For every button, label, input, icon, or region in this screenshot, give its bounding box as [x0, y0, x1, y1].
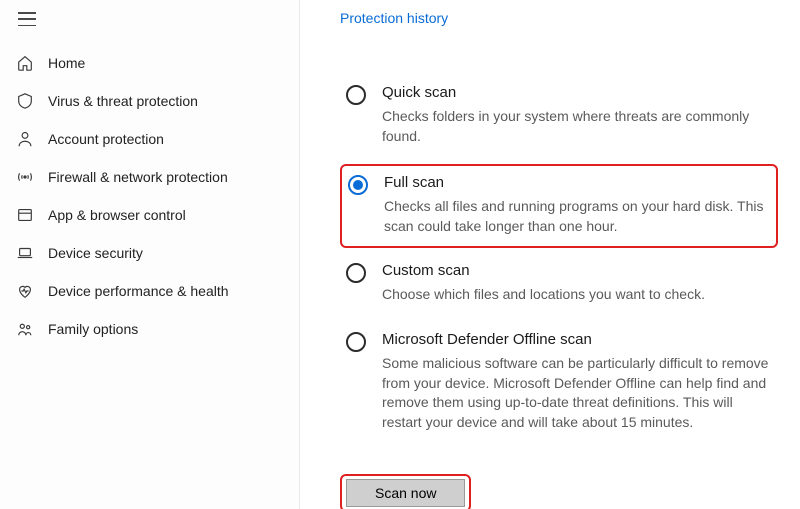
sidebar-item-home[interactable]: Home — [0, 44, 299, 82]
protection-history-link[interactable]: Protection history — [340, 10, 448, 26]
home-icon — [16, 54, 34, 72]
scan-option-title: Microsoft Defender Offline scan — [382, 331, 772, 348]
people-icon — [16, 320, 34, 338]
sidebar-item-label: Device security — [48, 245, 143, 261]
sidebar-item-app-browser[interactable]: App & browser control — [0, 196, 299, 234]
person-icon — [16, 130, 34, 148]
sidebar-item-account[interactable]: Account protection — [0, 120, 299, 158]
sidebar-item-label: Firewall & network protection — [48, 169, 228, 185]
laptop-icon — [16, 244, 34, 262]
antenna-icon — [16, 168, 34, 186]
scan-option-text: Custom scan Choose which files and locat… — [382, 262, 772, 305]
sidebar-item-label: Account protection — [48, 131, 164, 147]
sidebar: Home Virus & threat protection Account p… — [0, 0, 300, 509]
scan-option-text: Microsoft Defender Offline scan Some mal… — [382, 331, 772, 432]
hamburger-menu-icon[interactable] — [18, 12, 36, 26]
scan-option-offline[interactable]: Microsoft Defender Offline scan Some mal… — [340, 323, 778, 444]
sidebar-item-virus-threat[interactable]: Virus & threat protection — [0, 82, 299, 120]
scan-option-title: Custom scan — [382, 262, 772, 279]
scan-option-custom[interactable]: Custom scan Choose which files and locat… — [340, 254, 778, 317]
radio-full-scan[interactable] — [348, 175, 368, 195]
scan-option-text: Full scan Checks all files and running p… — [384, 174, 770, 236]
heart-icon — [16, 282, 34, 300]
sidebar-item-label: Device performance & health — [48, 283, 229, 299]
radio-custom-scan[interactable] — [346, 263, 366, 283]
scan-option-description: Checks folders in your system where thre… — [382, 107, 772, 146]
sidebar-item-performance[interactable]: Device performance & health — [0, 272, 299, 310]
scan-option-description: Choose which files and locations you wan… — [382, 285, 772, 305]
scan-option-quick[interactable]: Quick scan Checks folders in your system… — [340, 76, 778, 158]
sidebar-item-firewall[interactable]: Firewall & network protection — [0, 158, 299, 196]
scan-now-highlight: Scan now — [340, 474, 471, 509]
sidebar-item-label: App & browser control — [48, 207, 186, 223]
sidebar-item-device-security[interactable]: Device security — [0, 234, 299, 272]
scan-option-description: Checks all files and running programs on… — [384, 197, 770, 236]
shield-icon — [16, 92, 34, 110]
scan-option-text: Quick scan Checks folders in your system… — [382, 84, 772, 146]
radio-offline-scan[interactable] — [346, 332, 366, 352]
scan-option-title: Quick scan — [382, 84, 772, 101]
radio-quick-scan[interactable] — [346, 85, 366, 105]
sidebar-item-label: Virus & threat protection — [48, 93, 198, 109]
sidebar-item-family[interactable]: Family options — [0, 310, 299, 348]
sidebar-item-label: Home — [48, 55, 85, 71]
window-icon — [16, 206, 34, 224]
scan-now-button[interactable]: Scan now — [346, 479, 465, 507]
scan-option-title: Full scan — [384, 174, 770, 191]
sidebar-item-label: Family options — [48, 321, 138, 337]
scan-option-full[interactable]: Full scan Checks all files and running p… — [340, 164, 778, 248]
scan-option-description: Some malicious software can be particula… — [382, 354, 772, 432]
main-content: Protection history Quick scan Checks fol… — [300, 0, 800, 509]
